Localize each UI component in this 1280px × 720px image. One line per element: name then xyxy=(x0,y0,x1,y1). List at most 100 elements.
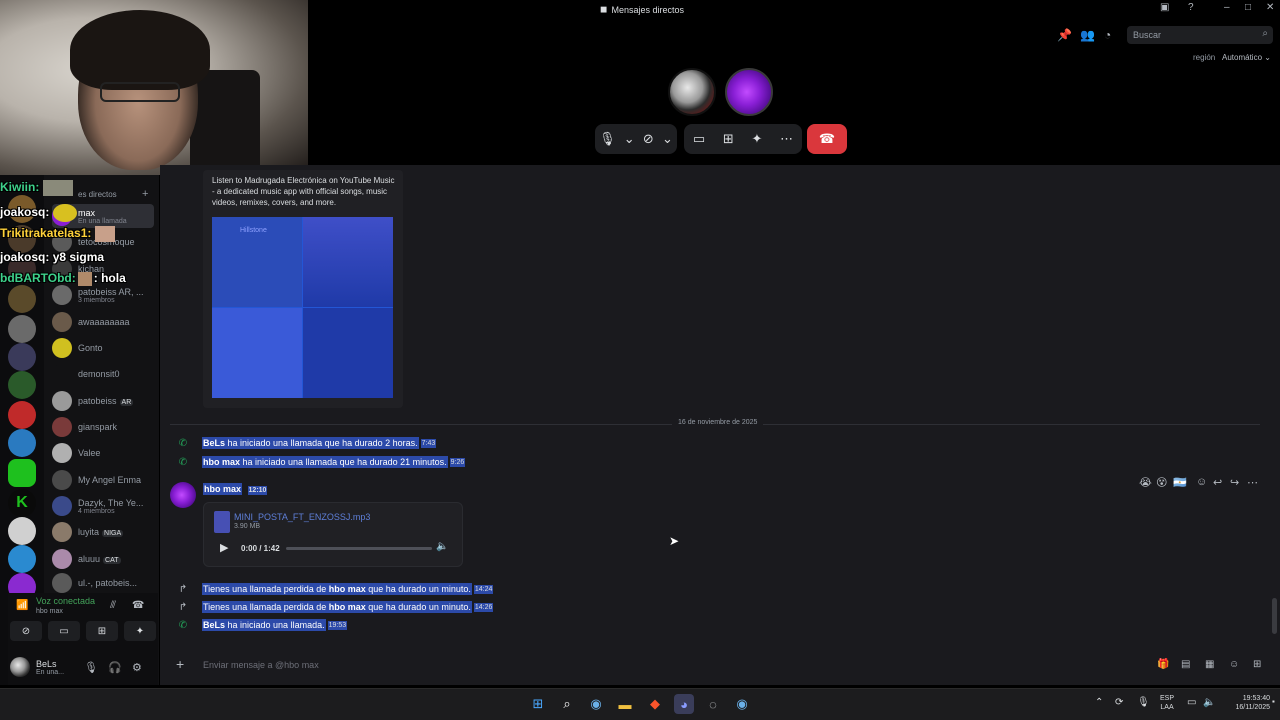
help-icon[interactable]: ? xyxy=(1188,2,1194,13)
search-icon[interactable]: ⌕ xyxy=(557,694,577,714)
more-options-icon[interactable]: ⋯ xyxy=(1247,476,1258,489)
caller-avatar-bels[interactable] xyxy=(668,68,716,116)
brave-browser-icon[interactable]: ◆ xyxy=(645,694,665,714)
kick-server-icon[interactable]: K xyxy=(8,489,36,517)
pin-icon[interactable]: 📌 xyxy=(1057,28,1072,42)
camera-off-icon[interactable]: ⊘ xyxy=(643,131,654,147)
forward-icon[interactable]: ↪ xyxy=(1230,476,1239,489)
volume-icon[interactable]: 🔈 xyxy=(436,541,448,552)
dm-item[interactable]: Dazyk, The Ye... 4 miembros xyxy=(52,494,154,518)
headphones-icon[interactable]: 🎧 xyxy=(108,661,122,674)
voice-channel[interactable]: hbo max xyxy=(36,608,63,615)
server-icon[interactable] xyxy=(8,371,36,399)
reaction-emoji-icon[interactable]: 😵 xyxy=(1156,476,1167,489)
message-author[interactable]: hbo max xyxy=(203,483,243,495)
dm-item[interactable]: ul.-, patobeis... xyxy=(52,571,154,595)
stream-chat-line: Kiwiin: xyxy=(0,180,74,196)
steam-icon[interactable]: ◉ xyxy=(586,694,606,714)
activities-icon[interactable]: ⊞ xyxy=(723,131,734,147)
region-select[interactable]: Automático ⌄ xyxy=(1222,53,1271,62)
server-icon[interactable] xyxy=(8,517,36,545)
activities-icon[interactable]: ⊞ xyxy=(86,621,118,641)
discord-icon[interactable]: ◕ xyxy=(674,694,694,714)
play-button[interactable]: ▶ xyxy=(220,541,228,554)
more-options-icon[interactable]: ⋯ xyxy=(780,131,793,147)
system-message: ✆ hbo max ha iniciado una llamada que ha… xyxy=(176,455,466,469)
file-name-link[interactable]: MINI_POSTA_FT_ENZOSSJ.mp3 xyxy=(234,512,370,522)
inbox-icon[interactable]: ▣ xyxy=(1160,2,1169,13)
gift-icon[interactable]: 🎁 xyxy=(1157,659,1169,670)
file-explorer-icon[interactable]: ▬ xyxy=(615,694,635,714)
dm-item[interactable]: My Angel Enma xyxy=(52,468,154,492)
volume-icon[interactable]: 🔈 xyxy=(1203,697,1215,708)
dm-item[interactable]: patobeiss AR xyxy=(52,389,154,413)
message-input[interactable]: Enviar mensaje a @hbo max xyxy=(203,660,319,670)
username: BeLs xyxy=(36,658,57,669)
profile-icon[interactable]: ◔ xyxy=(1104,28,1111,42)
emote-icon xyxy=(77,271,92,286)
app-icon[interactable]: ◌ xyxy=(703,694,723,714)
taskbar-clock[interactable]: 19:53:40 16/11/2025 xyxy=(1226,694,1270,712)
noise-suppression-icon[interactable]: ⫻ xyxy=(110,600,116,611)
microphone-icon[interactable]: 🎙 xyxy=(1137,697,1150,708)
chat-scrollbar[interactable] xyxy=(1272,598,1277,634)
dm-item[interactable]: gianspark xyxy=(52,415,154,439)
camera-off-icon[interactable]: ⊘ xyxy=(10,621,42,641)
attach-plus-icon[interactable]: + xyxy=(176,656,184,672)
sticker-icon[interactable]: ▦ xyxy=(1205,659,1214,670)
server-icon[interactable] xyxy=(8,429,36,457)
dm-item[interactable]: aluuu CAT xyxy=(52,547,154,571)
gif-icon[interactable]: ▤ xyxy=(1181,659,1190,670)
chevron-down-icon[interactable]: ⌄ xyxy=(662,131,673,147)
soundboard-icon[interactable]: ✦ xyxy=(752,131,763,147)
network-icon[interactable]: ▭ xyxy=(1187,697,1196,708)
date-divider-label: 16 de noviembre de 2025 xyxy=(672,419,764,426)
dm-item[interactable]: demonsit0 xyxy=(52,362,154,386)
dm-item[interactable]: patobeiss AR, ... 3 miembros xyxy=(52,283,154,307)
dm-item[interactable]: awaaaaaaaa xyxy=(52,310,154,334)
steam-icon[interactable]: ◉ xyxy=(732,694,752,714)
message-composer[interactable]: + Enviar mensaje a @hbo max 🎁 ▤ ▦ ☺ ⊞ xyxy=(170,652,1270,678)
server-icon[interactable] xyxy=(8,401,36,429)
new-dm-plus-icon[interactable]: + xyxy=(142,188,148,200)
server-icon[interactable] xyxy=(8,315,36,343)
screen-share-icon[interactable]: ▭ xyxy=(693,131,705,147)
disconnect-icon[interactable]: ☎ xyxy=(132,600,144,611)
server-icon[interactable] xyxy=(8,545,36,573)
audio-progress-slider[interactable] xyxy=(286,547,432,550)
emoji-icon[interactable]: ☺ xyxy=(1229,659,1239,670)
dm-item[interactable]: Valee xyxy=(52,441,154,465)
microphone-icon[interactable]: 🎙 xyxy=(84,661,98,674)
chevron-up-icon[interactable]: ⌃ xyxy=(1095,697,1103,708)
apps-icon[interactable]: ⊞ xyxy=(1253,659,1261,670)
server-icon[interactable] xyxy=(8,459,36,487)
screen-share-icon[interactable]: ▭ xyxy=(48,621,80,641)
search-input[interactable]: Buscar ⌕ xyxy=(1127,26,1273,44)
dm-item[interactable]: Gonto xyxy=(52,336,154,360)
reaction-emoji-icon[interactable]: 😭 xyxy=(1139,476,1152,489)
server-icon[interactable] xyxy=(8,343,36,371)
gear-icon[interactable]: ⚙ xyxy=(132,661,142,674)
add-friend-icon[interactable]: 👥 xyxy=(1080,28,1095,42)
embed-image[interactable]: Hillstone xyxy=(212,217,393,398)
tray-app-icon[interactable]: ⟳ xyxy=(1115,697,1123,708)
maximize-button[interactable]: □ xyxy=(1245,2,1251,13)
chevron-down-icon[interactable]: ⌄ xyxy=(624,131,635,147)
language-indicator[interactable]: ESP LAA xyxy=(1160,694,1174,712)
end-call-button[interactable]: ☎ xyxy=(807,124,847,154)
microphone-icon[interactable]: 🎙 xyxy=(599,131,616,147)
signal-icon[interactable]: 📶 xyxy=(16,600,28,611)
avatar[interactable] xyxy=(10,657,30,677)
notification-icon[interactable]: ▪ xyxy=(1272,697,1275,706)
reply-icon[interactable]: ↩ xyxy=(1213,476,1222,489)
close-button[interactable]: ✕ xyxy=(1266,2,1274,13)
avatar[interactable] xyxy=(170,482,196,508)
soundboard-icon[interactable]: ✦ xyxy=(124,621,156,641)
server-icon[interactable] xyxy=(8,285,36,313)
caller-avatar-hbo-max[interactable] xyxy=(725,68,773,116)
flag-emoji-icon[interactable]: 🇦🇷 xyxy=(1173,476,1187,489)
dm-item[interactable]: luyita NIGA xyxy=(52,520,154,544)
windows-start-icon[interactable]: ⊞ xyxy=(528,694,548,714)
add-reaction-icon[interactable]: ☺ xyxy=(1196,476,1207,488)
minimize-button[interactable]: – xyxy=(1224,2,1230,13)
